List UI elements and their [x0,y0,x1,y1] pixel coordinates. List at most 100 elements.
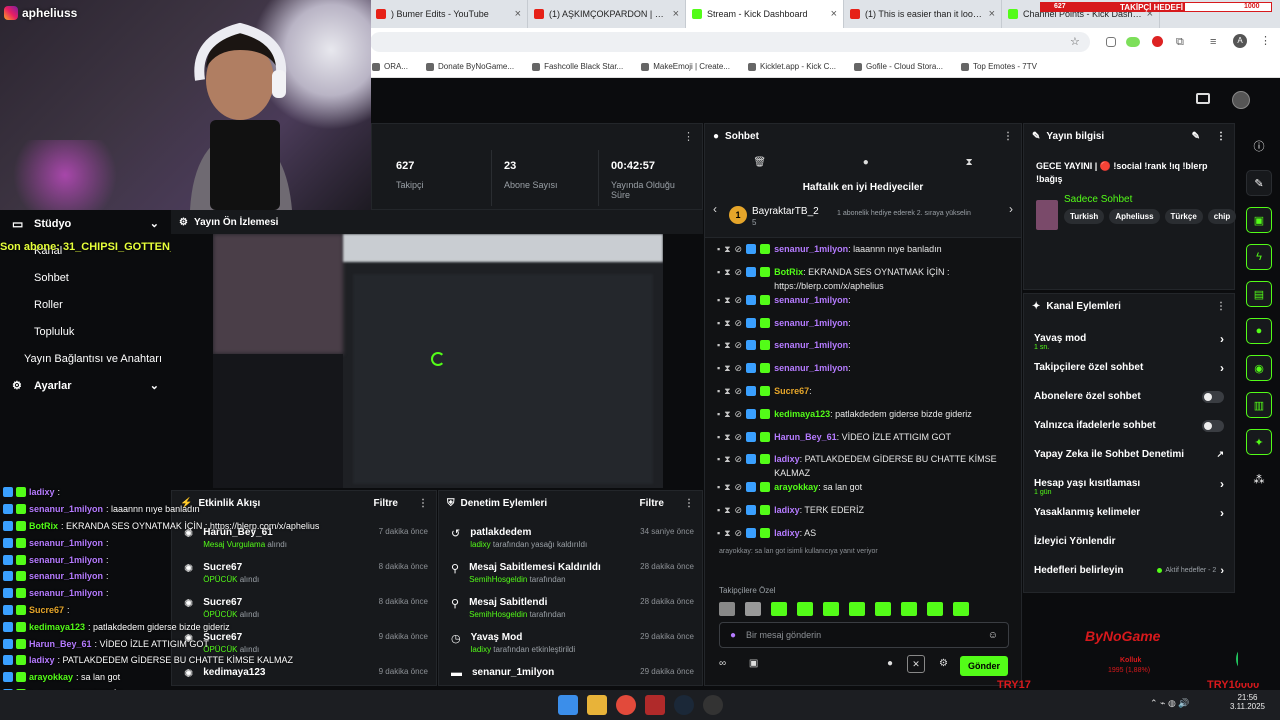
timeout-icon[interactable]: ⧗ [724,361,730,375]
channel-actions-menu-icon[interactable]: ⋮ [1216,301,1226,312]
timeout-icon[interactable]: ⧗ [724,384,730,398]
stream-tag[interactable]: chip [1207,209,1237,224]
bookmark-item[interactable]: MakeEmoji | Create... [641,62,730,71]
server-icon[interactable]: ▥ [1246,392,1272,418]
theatre-mode-icon[interactable] [1196,93,1210,104]
extension-shield-icon[interactable] [1106,37,1116,47]
bookmark-item[interactable]: Gofile - Cloud Stora... [854,62,943,71]
delete-icon[interactable]: ▪ [717,503,720,517]
delete-icon[interactable]: ▪ [717,338,720,352]
delete-icon[interactable]: ▪ [717,293,720,307]
chat-username[interactable]: kedimaya123 [774,409,830,419]
send-button[interactable]: Gönder [960,656,1008,676]
emoji-icon[interactable]: ☺ [988,630,998,641]
info-icon[interactable]: ⓘ [1246,133,1272,159]
close-tab-icon[interactable]: × [989,8,995,20]
chat-bubble-icon[interactable]: ● [1246,318,1272,344]
ban-icon[interactable]: ⊘ [735,361,743,375]
delete-icon[interactable]: ▪ [717,452,720,466]
channel-action-item[interactable]: Yapay Zeka ile Sohbet Denetimi ↗ [1024,440,1234,469]
bookmark-item[interactable]: Donate ByNoGame... [426,62,514,71]
broadcast-icon[interactable]: ◉ [1246,355,1272,381]
hourglass-icon[interactable]: ⧗ [966,157,973,168]
stream-info-menu-icon[interactable]: ⋮ [1216,131,1226,142]
delete-icon[interactable]: ▪ [717,384,720,398]
delete-icon[interactable]: ▪ [717,242,720,256]
activity-filter-button[interactable]: Filtre [374,498,398,509]
sidebar-item-roller[interactable]: Roller [0,291,171,318]
emote-icon[interactable] [797,602,813,616]
ban-icon[interactable]: ⊘ [735,503,743,517]
ban-icon[interactable]: ⊘ [735,407,743,421]
app-icon[interactable] [645,695,665,715]
chevron-left-icon[interactable]: ‹ [713,202,717,216]
emote-icon[interactable] [823,602,839,616]
chat-username[interactable]: senanur_1milyon [774,295,848,305]
emote-icon[interactable] [953,602,969,616]
tray-icons[interactable]: ⌃ ⌁ ◍ 🔊 [1150,698,1190,709]
delete-icon[interactable]: ▪ [717,316,720,330]
chat-username[interactable]: ladixy [774,528,800,538]
timeout-icon[interactable]: ⧗ [724,480,730,494]
delete-icon[interactable]: ▪ [717,430,720,444]
chevron-right-icon[interactable]: › [1009,202,1013,216]
delete-icon[interactable]: ▪ [717,361,720,375]
channel-action-item[interactable]: İzleyici Yönlendir [1024,527,1234,556]
extension-green-icon[interactable] [1126,37,1140,47]
chat-username[interactable]: ladixy [774,454,800,464]
timeout-icon[interactable]: ⧗ [724,407,730,421]
delete-icon[interactable]: ▪ [717,265,720,279]
user-avatar[interactable] [1232,91,1250,109]
ban-icon[interactable]: ⊘ [735,526,743,540]
stream-preview-video[interactable] [213,234,663,488]
emote-icon[interactable] [901,602,917,616]
ban-icon[interactable]: ⊘ [735,293,743,307]
ban-icon[interactable]: ⊘ [735,338,743,352]
bookmark-item[interactable]: Top Emotes - 7TV [960,62,1037,71]
toggle-switch[interactable] [1202,419,1224,432]
browser-menu-icon[interactable]: ⋮ [1260,34,1271,47]
mute-icon[interactable]: ✕ [907,655,925,673]
timeout-icon[interactable]: ⧗ [724,338,730,352]
trash-icon[interactable]: 🗑 [753,157,766,168]
profile-avatar-icon[interactable]: A [1233,34,1247,48]
chat-username[interactable]: senanur_1milyon [774,244,848,254]
ban-icon[interactable]: ⊘ [735,480,743,494]
layout-icon[interactable]: ▣ [1246,207,1272,233]
delete-icon[interactable]: ▪ [717,526,720,540]
toggle-switch[interactable] [1202,390,1224,403]
chat-input[interactable]: ● Bir mesaj gönderin ☺ [719,622,1009,648]
bookmark-star-icon[interactable]: ☆ [1070,35,1080,48]
ban-icon[interactable]: ⊘ [735,384,743,398]
chat-username[interactable]: senanur_1milyon [774,318,848,328]
bookmark-item[interactable]: Kicklet.app - Kick C... [748,62,836,71]
chrome-icon[interactable] [616,695,636,715]
timeout-icon[interactable]: ⧗ [724,242,730,256]
timeout-icon[interactable]: ⧗ [724,293,730,307]
channel-action-item[interactable]: Yasaklanmış kelimeler › [1024,498,1234,527]
integrations-icon[interactable]: ⁂ [1246,466,1272,492]
ban-icon[interactable]: ⊘ [735,265,743,279]
lightning-icon[interactable]: ϟ [1246,244,1272,270]
timeout-icon[interactable]: ⧗ [724,265,730,279]
chat-username[interactable]: Harun_Bey_61 [774,432,837,442]
channel-action-item[interactable]: Yalnızca ifadelerle sohbet [1024,411,1234,440]
gift-icon[interactable]: ▣ [749,658,758,669]
delete-icon[interactable]: ▪ [717,407,720,421]
extensions-puzzle-icon[interactable]: ⧉ [1176,36,1184,49]
chat-bubble-icon[interactable]: ● [863,157,869,168]
channel-action-item[interactable]: Hesap yaşı kısıtlaması 1 gün › [1024,469,1234,498]
microphone-icon[interactable]: ● [730,630,736,641]
clipboard-icon[interactable]: ▤ [1246,281,1272,307]
timeout-icon[interactable]: ⧗ [724,452,730,466]
stats-menu-icon[interactable]: ⋮ [683,130,694,143]
obs-icon[interactable] [703,695,723,715]
sidebar-item-stream-key[interactable]: Yayın Bağlantısı ve Anahtarı [0,345,171,372]
edit-icon[interactable]: ✎ [1246,170,1272,196]
ban-icon[interactable]: ⊘ [735,316,743,330]
channel-action-item[interactable]: Yavaş mod 1 sn. › [1024,324,1234,353]
channel-action-item[interactable]: Takipçilere özel sohbet › [1024,353,1234,382]
category-name[interactable]: Sadece Sohbet [1064,194,1132,205]
stream-tag[interactable]: Türkçe [1164,209,1203,224]
media-control-icon[interactable]: ≡ [1210,36,1216,48]
